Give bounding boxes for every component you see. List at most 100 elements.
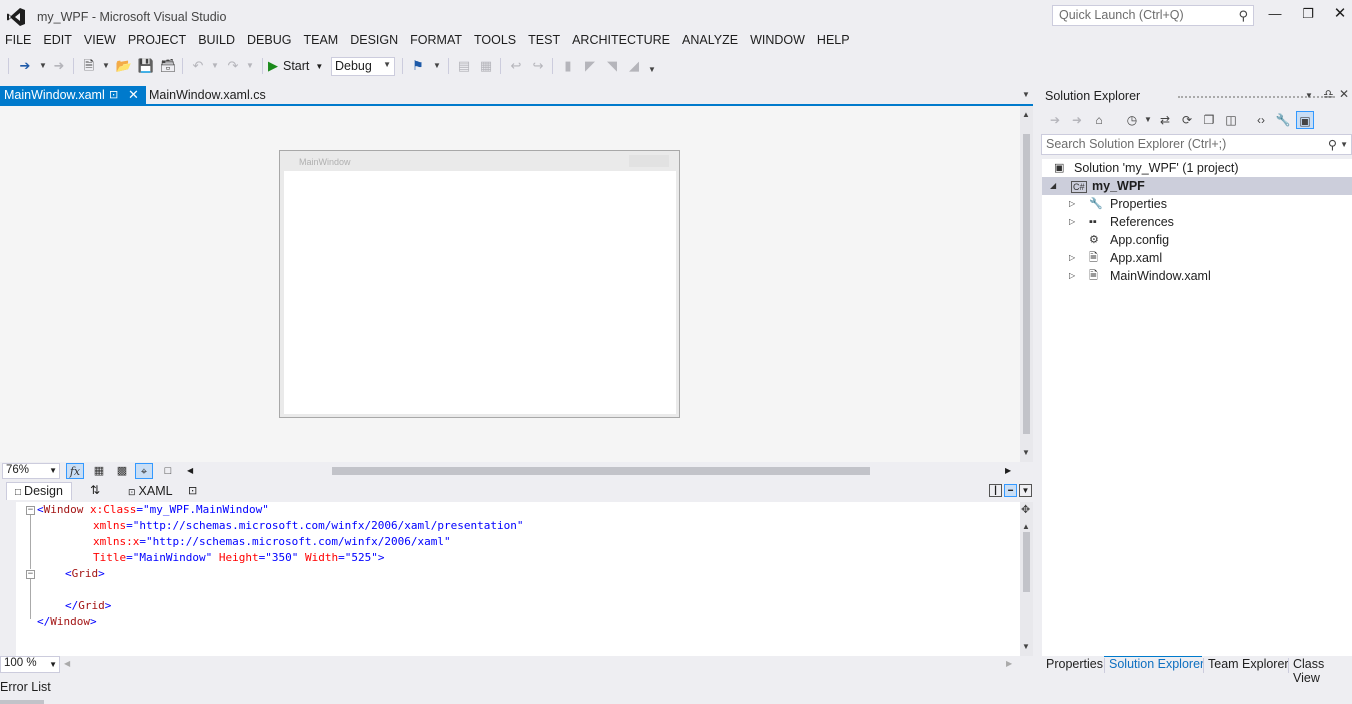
scroll-up-icon[interactable]: ▲ xyxy=(1022,522,1030,531)
wpf-grid-area[interactable] xyxy=(284,171,676,414)
designer-horizontal-scrollbar[interactable]: ◀ ▶ xyxy=(185,464,1015,478)
collapse-pane-icon[interactable]: ▼ xyxy=(1019,484,1032,497)
vertical-split-icon[interactable]: ┃ xyxy=(989,484,1002,497)
home-icon[interactable]: ⌂ xyxy=(1090,111,1108,129)
menu-help[interactable]: HELP xyxy=(812,31,857,51)
menu-file[interactable]: FILE xyxy=(0,31,38,51)
restore-button[interactable]: ❐ xyxy=(1297,6,1319,24)
horizontal-split-icon[interactable]: ━ xyxy=(1004,484,1017,497)
redo-dropdown-icon[interactable]: ▼ xyxy=(241,57,259,75)
clear-bookmarks-icon[interactable]: ◢ xyxy=(625,57,643,75)
previous-bookmark-icon[interactable]: ◤ xyxy=(581,57,599,75)
tree-item-solution[interactable]: ▣ Solution 'my_WPF' (1 project) xyxy=(1042,159,1352,177)
annotations-icon[interactable]: □ xyxy=(159,463,177,479)
menu-format[interactable]: FORMAT xyxy=(405,31,469,51)
close-window-button[interactable]: ✕ xyxy=(1329,4,1351,22)
menu-design[interactable]: DESIGN xyxy=(345,31,405,51)
expand-arrow-icon[interactable]: ▷ xyxy=(1069,267,1075,285)
sync-with-document-icon[interactable]: ⇄ xyxy=(1156,111,1174,129)
refresh-icon[interactable]: ⟳ xyxy=(1178,111,1196,129)
view-code-icon[interactable]: ‹› xyxy=(1252,111,1270,129)
open-file-icon[interactable]: 📂 xyxy=(115,57,133,75)
split-editor-icon[interactable]: ✥ xyxy=(1021,503,1030,516)
new-project-icon[interactable]: 🗎 xyxy=(80,57,98,75)
close-panel-icon[interactable]: ✕ xyxy=(1339,87,1349,101)
menu-analyze[interactable]: ANALYZE xyxy=(677,31,745,51)
editor-zoom-select[interactable]: 100 % ▼ xyxy=(0,656,60,673)
formula-fx-icon[interactable]: fx xyxy=(66,463,84,479)
align-center-icon[interactable]: ▦ xyxy=(477,57,495,75)
new-project-dropdown-icon[interactable]: ▼ xyxy=(97,57,115,75)
collapse-arrow-icon[interactable]: ◢ xyxy=(1050,177,1056,195)
forward-icon[interactable]: ➜ xyxy=(50,57,68,75)
tab-solution-explorer[interactable]: Solution Explorer xyxy=(1109,657,1204,671)
designer-zoom-select[interactable]: 76% ▼ xyxy=(2,463,60,479)
tab-mainwindow-xaml[interactable]: MainWindow.xaml ⊡ ✕ xyxy=(0,86,146,106)
editor-vertical-scrollbar[interactable]: ✥ ▲ ▼ xyxy=(1020,502,1033,656)
collapse-region-icon[interactable]: − xyxy=(26,570,35,579)
toolbar-overflow-icon[interactable]: ▼ xyxy=(428,57,446,75)
start-debugging-button[interactable]: ▶ Start ▼ xyxy=(268,57,323,75)
bookmark-icon[interactable]: ▮ xyxy=(559,57,577,75)
error-list-tab[interactable]: Error List xyxy=(0,680,51,694)
tab-class-view[interactable]: Class View xyxy=(1293,657,1352,685)
menu-architecture[interactable]: ARCHITECTURE xyxy=(567,31,677,51)
menu-build[interactable]: BUILD xyxy=(193,31,242,51)
wpf-window-preview[interactable]: MainWindow xyxy=(279,150,680,418)
menu-project[interactable]: PROJECT xyxy=(123,31,193,51)
start-dropdown-icon[interactable]: ▼ xyxy=(315,62,323,71)
close-icon[interactable]: ✕ xyxy=(128,87,139,103)
tree-item-properties[interactable]: ▷ 🔧 Properties xyxy=(1042,195,1352,213)
expand-arrow-icon[interactable]: ▷ xyxy=(1069,249,1075,267)
next-bookmark-icon[interactable]: ◥ xyxy=(603,57,621,75)
step-over-icon[interactable]: ↪ xyxy=(529,57,547,75)
scroll-right-icon[interactable]: ▶ xyxy=(1006,659,1012,668)
pin-icon[interactable]: ⊡ xyxy=(109,88,118,101)
menu-view[interactable]: VIEW xyxy=(79,31,123,51)
solution-configuration-select[interactable]: Debug ▼ xyxy=(331,57,395,76)
solution-explorer-search-input[interactable]: Search Solution Explorer (Ctrl+;) ⚲ ▼ xyxy=(1041,134,1352,155)
toolbar-customize-icon[interactable]: ▼ xyxy=(643,61,661,79)
menu-tools[interactable]: TOOLS xyxy=(469,31,523,51)
menu-test[interactable]: TEST xyxy=(523,31,567,51)
collapse-region-icon[interactable]: − xyxy=(26,506,35,515)
back-icon[interactable]: ➔ xyxy=(1046,111,1064,129)
scroll-down-icon[interactable]: ▼ xyxy=(1022,448,1030,457)
scroll-left-icon[interactable]: ◀ xyxy=(64,659,70,668)
tab-properties[interactable]: Properties xyxy=(1046,657,1103,671)
expand-arrow-icon[interactable]: ▷ xyxy=(1069,213,1075,231)
menu-team[interactable]: TEAM xyxy=(298,31,345,51)
filter-dropdown-icon[interactable]: ▼ xyxy=(1139,111,1157,129)
design-surface[interactable]: MainWindow xyxy=(0,106,1020,462)
snap-gridlines-icon[interactable]: ▩ xyxy=(113,463,131,479)
tree-item-project[interactable]: ◢ C# my_WPF xyxy=(1042,177,1352,195)
tab-xaml[interactable]: ⊡ XAML xyxy=(128,484,173,498)
designer-vertical-scrollbar[interactable]: ▲ ▼ xyxy=(1020,106,1033,462)
snap-to-lines-icon[interactable]: ⌖ xyxy=(135,463,153,479)
show-grid-icon[interactable]: ▦ xyxy=(90,463,108,479)
menu-debug[interactable]: DEBUG xyxy=(242,31,298,51)
preview-selected-items-icon[interactable]: ▣ xyxy=(1296,111,1314,129)
scroll-right-icon[interactable]: ▶ xyxy=(1005,466,1011,475)
swap-panes-icon[interactable]: ⇅ xyxy=(90,483,100,497)
forward-icon[interactable]: ➜ xyxy=(1068,111,1086,129)
scroll-up-icon[interactable]: ▲ xyxy=(1022,110,1030,119)
tree-item-references[interactable]: ▷ ▪▪ References xyxy=(1042,213,1352,231)
tab-team-explorer[interactable]: Team Explorer xyxy=(1208,657,1289,671)
menu-window[interactable]: WINDOW xyxy=(745,31,812,51)
expand-arrow-icon[interactable]: ▷ xyxy=(1069,195,1075,213)
align-left-icon[interactable]: ▤ xyxy=(455,57,473,75)
menu-edit[interactable]: EDIT xyxy=(38,31,78,51)
minimize-button[interactable]: — xyxy=(1264,6,1286,24)
scrollbar-thumb[interactable] xyxy=(1023,532,1030,592)
scroll-down-icon[interactable]: ▼ xyxy=(1022,642,1030,651)
find-in-files-icon[interactable]: ⚑ xyxy=(409,57,427,75)
scrollbar-thumb[interactable] xyxy=(1023,134,1030,434)
step-into-icon[interactable]: ↩ xyxy=(507,57,525,75)
scrollbar-thumb[interactable] xyxy=(332,467,870,475)
save-icon[interactable]: 💾 xyxy=(137,57,155,75)
properties-wrench-icon[interactable]: 🔧 xyxy=(1274,111,1292,129)
scroll-left-icon[interactable]: ◀ xyxy=(187,466,193,475)
collapse-all-icon[interactable]: ❐ xyxy=(1200,111,1218,129)
tab-design[interactable]: □ Design xyxy=(6,482,72,500)
